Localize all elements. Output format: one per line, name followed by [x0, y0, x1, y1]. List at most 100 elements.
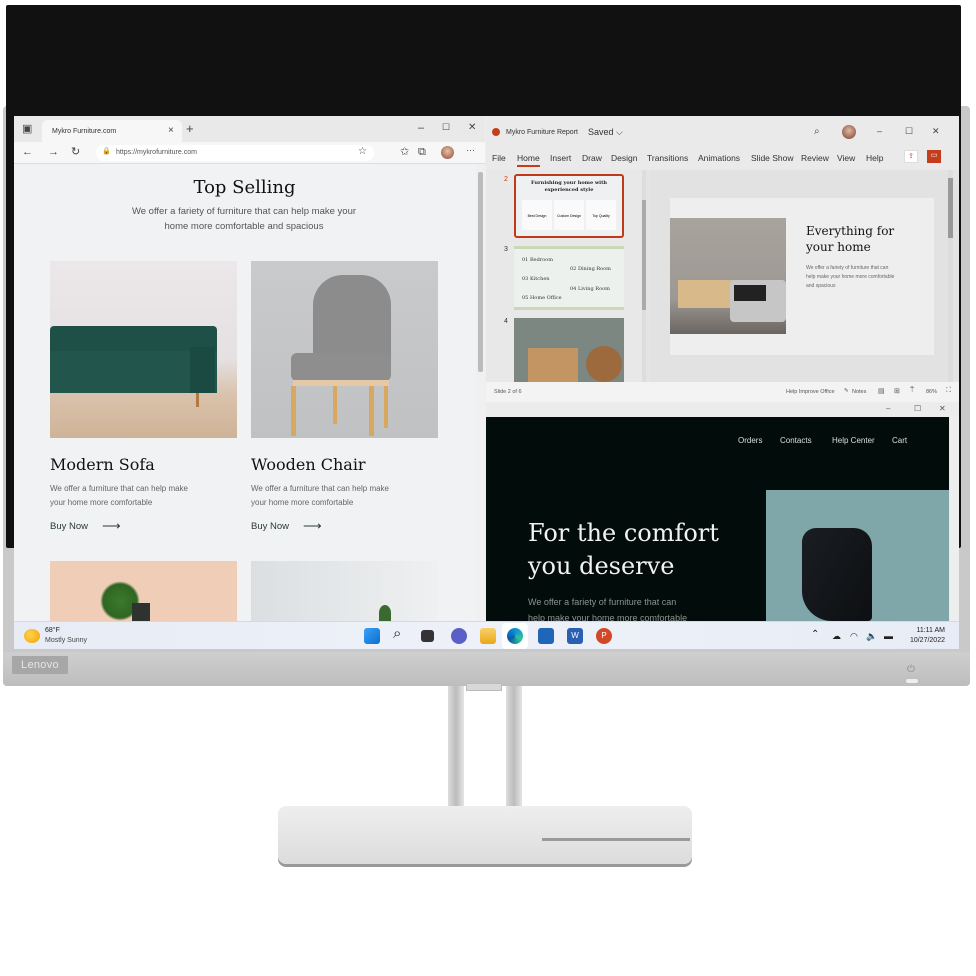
store-icon[interactable]	[538, 628, 554, 644]
close-icon[interactable]: ✕	[932, 126, 940, 137]
slide-title: Everything for	[806, 224, 895, 238]
power-icon[interactable]: ⏻	[907, 664, 915, 675]
url-input[interactable]: 🔒 https://mykrofurniture.com ☆	[96, 145, 374, 161]
tab-review[interactable]: Review	[801, 153, 829, 163]
forward-icon[interactable]: →	[48, 147, 59, 158]
edge-icon[interactable]	[507, 628, 523, 644]
thumb-title: experienced style	[544, 187, 594, 193]
tab-slide-show[interactable]: Slide Show	[751, 153, 794, 163]
back-icon[interactable]: ←	[22, 147, 33, 158]
scroll-thumb[interactable]	[478, 172, 483, 372]
search-icon[interactable]: ⌕	[814, 126, 820, 137]
weather-desc[interactable]: Mostly Sunny	[45, 637, 87, 644]
buy-now-link[interactable]: Buy Now	[50, 521, 88, 532]
arrow-right-icon[interactable]: ⟶	[102, 518, 121, 534]
tab-home[interactable]: Home	[517, 153, 540, 167]
maximize-icon[interactable]: ☐	[905, 126, 913, 137]
battery-icon[interactable]: ▬	[884, 631, 893, 641]
buy-now-link[interactable]: Buy Now	[251, 521, 289, 532]
nav-contacts[interactable]: Contacts	[780, 436, 812, 445]
powerpoint-icon[interactable]: P	[596, 628, 612, 644]
nav-orders[interactable]: Orders	[738, 436, 762, 445]
tab-draw[interactable]: Draw	[582, 153, 602, 163]
plant-image[interactable]	[50, 561, 237, 621]
tab-actions-icon[interactable]: ▣	[22, 124, 32, 135]
tab-help[interactable]: Help	[866, 153, 883, 163]
close-icon[interactable]: ✕	[939, 404, 946, 413]
page-scrollbar[interactable]	[950, 417, 959, 621]
more-icon[interactable]: ···	[466, 146, 475, 155]
weather-icon[interactable]	[24, 629, 40, 643]
slide-thumbnail-selected[interactable]: Furnishing your home with experienced st…	[514, 174, 624, 238]
notes-icon[interactable]: ✎	[844, 388, 849, 394]
maximize-icon[interactable]: ☐	[442, 123, 450, 132]
sofa-image[interactable]	[50, 261, 237, 438]
tab-transitions[interactable]: Transitions	[647, 153, 688, 163]
tab-animations[interactable]: Animations	[698, 153, 740, 163]
nav-cart[interactable]: Cart	[892, 436, 907, 445]
close-window-icon[interactable]: ✕	[468, 123, 476, 133]
thumb-item: 01 Bedroom	[522, 257, 553, 263]
share-icon[interactable]: ⇪	[904, 150, 918, 163]
small-plant	[379, 605, 391, 621]
new-tab-icon[interactable]: +	[186, 122, 194, 135]
editor-scrollbar[interactable]	[948, 170, 953, 382]
reading-view-icon[interactable]: ⍑	[910, 387, 914, 395]
page-scrollbar[interactable]	[476, 164, 485, 621]
minimize-icon[interactable]: –	[877, 126, 882, 136]
minimize-icon[interactable]: –	[418, 123, 424, 134]
document-title: Mykro Furniture Report	[506, 129, 578, 136]
slide-sorter-icon[interactable]: ⊞	[894, 387, 900, 395]
wifi-icon[interactable]: ◠	[850, 631, 858, 642]
tab-insert[interactable]: Insert	[550, 153, 571, 163]
normal-view-icon[interactable]: ▤	[878, 387, 885, 395]
chair-image[interactable]	[251, 261, 438, 438]
tab-view[interactable]: View	[837, 153, 855, 163]
onedrive-icon[interactable]: ☁	[832, 631, 841, 642]
maximize-icon[interactable]: ☐	[914, 404, 921, 413]
save-status[interactable]: Saved ⌵	[588, 127, 623, 138]
favorites-icon[interactable]: ✩	[400, 147, 409, 158]
help-improve-link[interactable]: Help Improve Office	[786, 389, 835, 395]
weather-temp[interactable]: 68°F	[45, 627, 60, 634]
lock-icon: 🔒	[102, 148, 111, 155]
word-icon[interactable]: W	[567, 628, 583, 644]
tab-design[interactable]: Design	[611, 153, 637, 163]
nav-help-center[interactable]: Help Center	[832, 436, 875, 445]
tray-chevron-icon[interactable]: ⌃	[811, 629, 819, 640]
monitor-chin	[3, 652, 970, 686]
thumbs-scrollbar[interactable]	[642, 170, 646, 382]
chair-leg	[384, 386, 388, 428]
comments-icon[interactable]: ▭	[927, 150, 941, 163]
browser-tab[interactable]: Mykro Furniture.com ×	[42, 120, 182, 142]
room-image[interactable]	[251, 561, 438, 621]
tab-file[interactable]: File	[492, 153, 506, 163]
teams-icon[interactable]	[451, 628, 467, 644]
slide-thumbnail[interactable]: 01 Bedroom 02 Dining Room 03 Kitchen 04 …	[514, 246, 624, 310]
slide-thumbnail[interactable]	[514, 318, 624, 382]
volume-icon[interactable]: 🔈	[866, 631, 877, 642]
minimize-icon[interactable]: –	[886, 404, 890, 413]
clock-time[interactable]: 11:11 AM	[909, 627, 945, 634]
hero-image	[766, 490, 949, 621]
fit-to-window-icon[interactable]: ⛶	[946, 387, 951, 395]
thumb-col-label: Custom Design	[557, 214, 581, 218]
task-view-icon[interactable]	[421, 630, 434, 642]
zoom-level[interactable]: 86%	[926, 389, 937, 395]
arrow-right-icon[interactable]: ⟶	[303, 518, 322, 534]
current-slide[interactable]: Everything for your home We offer a fari…	[670, 198, 934, 355]
favorite-icon[interactable]: ☆	[358, 147, 367, 157]
clock-date[interactable]: 10/27/2022	[901, 637, 945, 644]
file-explorer-icon[interactable]	[480, 628, 496, 644]
search-icon[interactable]: ⌕	[393, 625, 401, 642]
notes-button[interactable]: Notes	[852, 389, 866, 395]
collections-icon[interactable]: ⧉	[418, 147, 426, 158]
profile-avatar[interactable]	[441, 146, 454, 159]
product-photo: Lenovo ⏻ ▣ Mykro Furniture.com × + – ☐ ✕…	[0, 0, 976, 976]
close-tab-icon[interactable]: ×	[168, 126, 174, 136]
start-icon[interactable]	[364, 628, 380, 644]
thumb-number: 2	[504, 176, 508, 183]
stand-post-right	[506, 686, 522, 806]
refresh-icon[interactable]: ↻	[71, 147, 80, 158]
account-avatar[interactable]	[842, 125, 856, 139]
